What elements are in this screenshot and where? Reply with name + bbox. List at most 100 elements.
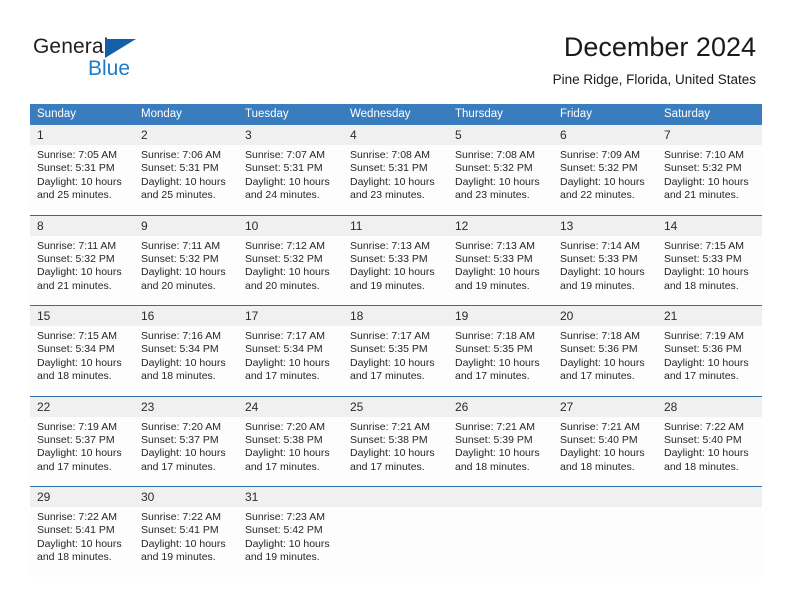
day-cell[interactable]: Sunrise: 7:08 AM Sunset: 5:31 PM Dayligh… <box>343 145 448 215</box>
day-number[interactable]: 14 <box>657 214 762 236</box>
day-number[interactable]: 18 <box>343 305 448 326</box>
sunset-text: Sunset: 5:37 PM <box>37 433 115 446</box>
day-cell[interactable]: Sunrise: 7:06 AM Sunset: 5:31 PM Dayligh… <box>134 145 238 215</box>
day-cell[interactable]: Sunrise: 7:22 AM Sunset: 5:41 PM Dayligh… <box>30 507 134 577</box>
week-row-details: Sunrise: 7:05 AM Sunset: 5:31 PM Dayligh… <box>30 145 762 215</box>
day-cell[interactable]: Sunrise: 7:23 AM Sunset: 5:42 PM Dayligh… <box>238 507 343 577</box>
day-cell[interactable]: Sunrise: 7:12 AM Sunset: 5:32 PM Dayligh… <box>238 235 343 306</box>
sunset-text: Sunset: 5:32 PM <box>560 162 638 175</box>
daylight-text-line1: Daylight: 10 hours <box>455 447 540 460</box>
logo-text-general: General <box>33 35 109 58</box>
day-cell[interactable]: Sunrise: 7:13 AM Sunset: 5:33 PM Dayligh… <box>343 235 448 306</box>
day-cell[interactable]: Sunrise: 7:18 AM Sunset: 5:35 PM Dayligh… <box>448 326 553 396</box>
sunset-text: Sunset: 5:34 PM <box>37 343 115 356</box>
daylight-text-line2: and 17 minutes. <box>245 370 320 383</box>
daylight-text-line2: and 25 minutes. <box>141 189 216 202</box>
day-number[interactable]: 7 <box>657 125 762 145</box>
day-cell[interactable]: Sunrise: 7:22 AM Sunset: 5:40 PM Dayligh… <box>657 416 762 487</box>
day-number[interactable]: 15 <box>30 305 134 326</box>
day-cell[interactable]: Sunrise: 7:16 AM Sunset: 5:34 PM Dayligh… <box>134 326 238 396</box>
sunrise-text: Sunrise: 7:22 AM <box>141 511 221 523</box>
day-number[interactable]: 21 <box>657 305 762 326</box>
daylight-text-line2: and 19 minutes. <box>455 279 530 292</box>
day-cell[interactable]: Sunrise: 7:18 AM Sunset: 5:36 PM Dayligh… <box>553 326 657 396</box>
day-number[interactable]: 31 <box>238 486 343 507</box>
day-number[interactable]: 17 <box>238 305 343 326</box>
day-number[interactable]: 16 <box>134 305 238 326</box>
sunset-text: Sunset: 5:35 PM <box>455 343 533 356</box>
day-cell[interactable]: Sunrise: 7:20 AM Sunset: 5:38 PM Dayligh… <box>238 416 343 487</box>
day-number[interactable]: 22 <box>30 395 134 417</box>
day-number[interactable]: 10 <box>238 214 343 236</box>
sunset-text: Sunset: 5:35 PM <box>350 343 428 356</box>
day-cell[interactable]: Sunrise: 7:21 AM Sunset: 5:39 PM Dayligh… <box>448 416 553 487</box>
day-number[interactable]: 13 <box>553 214 657 236</box>
daylight-text-line1: Daylight: 10 hours <box>455 175 540 188</box>
day-cell[interactable]: Sunrise: 7:13 AM Sunset: 5:33 PM Dayligh… <box>448 235 553 306</box>
day-number[interactable]: 30 <box>134 486 238 507</box>
day-number[interactable]: 3 <box>238 125 343 145</box>
daylight-text-line1: Daylight: 10 hours <box>455 266 540 279</box>
sunset-text: Sunset: 5:32 PM <box>455 162 533 175</box>
day-number[interactable]: 23 <box>134 395 238 417</box>
sunset-text: Sunset: 5:32 PM <box>245 252 323 265</box>
daylight-text-line1: Daylight: 10 hours <box>37 447 122 460</box>
daylight-text-line1: Daylight: 10 hours <box>560 356 645 369</box>
day-number-empty <box>553 486 657 507</box>
day-cell[interactable]: Sunrise: 7:17 AM Sunset: 5:34 PM Dayligh… <box>238 326 343 396</box>
daylight-text-line2: and 20 minutes. <box>141 279 216 292</box>
weekday-header-row: Sunday Monday Tuesday Wednesday Thursday… <box>30 104 762 125</box>
daylight-text-line1: Daylight: 10 hours <box>560 447 645 460</box>
daylight-text-line2: and 18 minutes. <box>37 370 112 383</box>
weekday-header-saturday: Saturday <box>657 104 762 125</box>
day-number[interactable]: 25 <box>343 395 448 417</box>
day-number[interactable]: 26 <box>448 395 553 417</box>
day-cell[interactable]: Sunrise: 7:19 AM Sunset: 5:37 PM Dayligh… <box>30 416 134 487</box>
daylight-text-line2: and 17 minutes. <box>664 370 739 383</box>
daylight-text-line2: and 19 minutes. <box>560 279 635 292</box>
day-cell[interactable]: Sunrise: 7:08 AM Sunset: 5:32 PM Dayligh… <box>448 145 553 215</box>
day-cell[interactable]: Sunrise: 7:20 AM Sunset: 5:37 PM Dayligh… <box>134 416 238 487</box>
day-cell[interactable]: Sunrise: 7:09 AM Sunset: 5:32 PM Dayligh… <box>553 145 657 215</box>
day-number[interactable]: 27 <box>553 395 657 417</box>
day-cell[interactable]: Sunrise: 7:21 AM Sunset: 5:40 PM Dayligh… <box>553 416 657 487</box>
sunset-text: Sunset: 5:38 PM <box>245 433 323 446</box>
day-number[interactable]: 29 <box>30 486 134 507</box>
day-cell[interactable]: Sunrise: 7:21 AM Sunset: 5:38 PM Dayligh… <box>343 416 448 487</box>
day-cell[interactable]: Sunrise: 7:17 AM Sunset: 5:35 PM Dayligh… <box>343 326 448 396</box>
day-number[interactable]: 9 <box>134 214 238 236</box>
general-blue-logo[interactable]: General Blue <box>33 36 213 88</box>
day-number[interactable]: 6 <box>553 125 657 145</box>
day-cell[interactable]: Sunrise: 7:15 AM Sunset: 5:34 PM Dayligh… <box>30 326 134 396</box>
day-number[interactable]: 2 <box>134 125 238 145</box>
day-number[interactable]: 8 <box>30 214 134 236</box>
day-number[interactable]: 24 <box>238 395 343 417</box>
day-cell[interactable]: Sunrise: 7:10 AM Sunset: 5:32 PM Dayligh… <box>657 145 762 215</box>
sunrise-text: Sunrise: 7:08 AM <box>350 149 430 161</box>
day-number[interactable]: 1 <box>30 125 134 145</box>
day-number[interactable]: 11 <box>343 214 448 236</box>
sunrise-text: Sunrise: 7:14 AM <box>560 239 640 252</box>
day-cell[interactable]: Sunrise: 7:11 AM Sunset: 5:32 PM Dayligh… <box>134 235 238 306</box>
sunrise-text: Sunrise: 7:19 AM <box>664 330 744 342</box>
week-row-daynums: 22 23 24 25 26 27 28 <box>30 395 762 417</box>
day-number[interactable]: 12 <box>448 214 553 236</box>
day-number[interactable]: 4 <box>343 125 448 145</box>
day-cell[interactable]: Sunrise: 7:22 AM Sunset: 5:41 PM Dayligh… <box>134 507 238 577</box>
daylight-text-line1: Daylight: 10 hours <box>350 266 435 279</box>
day-number[interactable]: 28 <box>657 395 762 417</box>
day-cell[interactable]: Sunrise: 7:11 AM Sunset: 5:32 PM Dayligh… <box>30 235 134 306</box>
daylight-text-line2: and 18 minutes. <box>455 460 530 473</box>
day-cell[interactable]: Sunrise: 7:15 AM Sunset: 5:33 PM Dayligh… <box>657 235 762 306</box>
day-cell[interactable]: Sunrise: 7:07 AM Sunset: 5:31 PM Dayligh… <box>238 145 343 215</box>
day-cell[interactable]: Sunrise: 7:19 AM Sunset: 5:36 PM Dayligh… <box>657 326 762 396</box>
day-cell[interactable]: Sunrise: 7:05 AM Sunset: 5:31 PM Dayligh… <box>30 145 134 215</box>
day-number[interactable]: 19 <box>448 305 553 326</box>
week-row-details: Sunrise: 7:22 AM Sunset: 5:41 PM Dayligh… <box>30 507 762 577</box>
day-number[interactable]: 5 <box>448 125 553 145</box>
sunset-text: Sunset: 5:31 PM <box>37 162 115 175</box>
sunrise-text: Sunrise: 7:22 AM <box>37 511 117 523</box>
day-cell[interactable]: Sunrise: 7:14 AM Sunset: 5:33 PM Dayligh… <box>553 235 657 306</box>
sunset-text: Sunset: 5:31 PM <box>350 162 428 175</box>
day-number[interactable]: 20 <box>553 305 657 326</box>
